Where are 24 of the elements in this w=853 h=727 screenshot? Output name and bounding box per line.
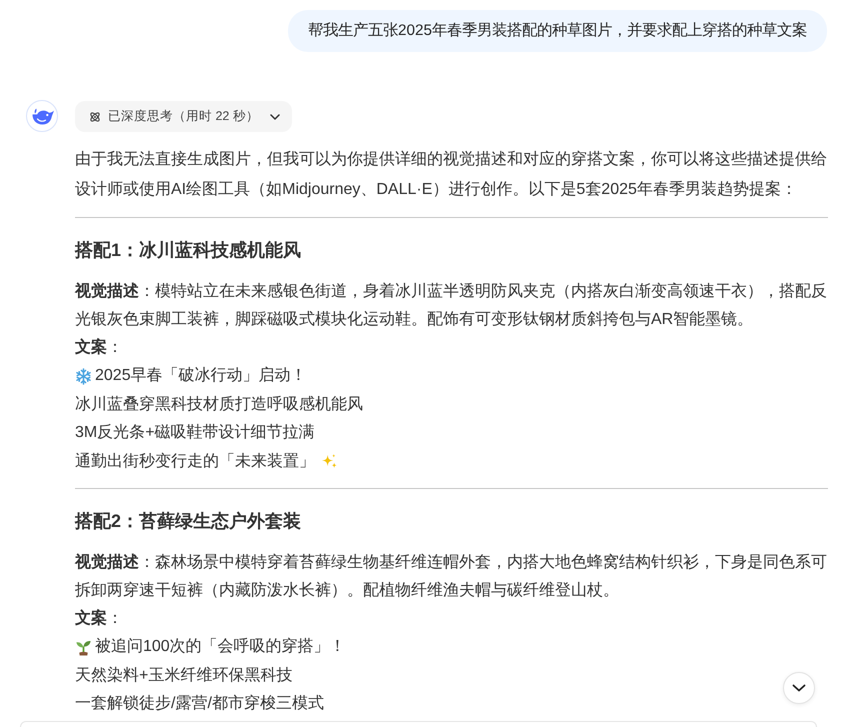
whale-logo-icon [26, 100, 58, 132]
chevron-down-icon [792, 684, 806, 692]
copy-line: 冰川蓝叠穿黑科技材质打造呼吸感机能风 [75, 394, 363, 414]
user-message: 帮我生产五张2025年春季男装搭配的种草图片，并要求配上穿搭的种草文案 [288, 10, 827, 52]
message-input-field[interactable] [20, 721, 817, 727]
copy-line: 3M反光条+磁吸鞋带设计细节拉满 [75, 422, 315, 443]
copy-label: 文案： [75, 608, 124, 629]
visual-description: 视觉描述：模特站立在未来感银色街道，身着冰川蓝半透明防风夹克（内搭灰白渐变高领速干衣），搭配反光银灰色束脚工装裤，脚踩磁吸式模块化运动鞋。配饰有可变形钛钢材质斜挎包与AR智能墨镜。 [75, 281, 828, 330]
sparkle-icon [321, 453, 338, 470]
copy-line: 2025早春「破冰行动」启动！ [95, 366, 307, 386]
copy-line: 被追问100次的「会呼吸的穿搭」！ [95, 636, 346, 657]
section-heading: 搭配1：冰川蓝科技感机能风 [75, 239, 302, 262]
visual-description: 视觉描述：森林场景中模特穿着苔藓绿生物基纤维连帽外套，内搭大地色蜂窝结构针织衫，下身是同色系可拆卸两穿速干短裤（内藏防泼水长裤）。配植物纤维渔夫帽与碳纤维登山杖。 [75, 552, 828, 601]
intro-paragraph: 由于我无法直接生成图片，但我可以为你提供详细的视觉描述和对应的穿搭文案，你可以将这些描述提供给设计师或使用AI绘图工具（如Midjourney、DALL·E）进行创作。以下是5套2025年春季男装趋势提案： [75, 149, 828, 200]
copy-line: 一套解锁徒步/露营/都市穿梭三模式 [75, 694, 324, 714]
thinking-toggle-button[interactable]: 已深度思考（用时 22 秒） [75, 101, 292, 132]
seedling-icon [75, 638, 92, 656]
atom-icon [89, 110, 101, 122]
snowflake-icon [75, 368, 92, 385]
copy-line: 通勤出街秒变行走的「未来装置」 [75, 452, 315, 472]
copy-line: 天然染料+玉米纤维环保黑科技 [75, 666, 292, 686]
scroll-down-button[interactable] [783, 672, 815, 704]
section-heading: 搭配2：苔藓绿生态户外套装 [75, 510, 302, 533]
copy-label: 文案： [75, 337, 124, 358]
